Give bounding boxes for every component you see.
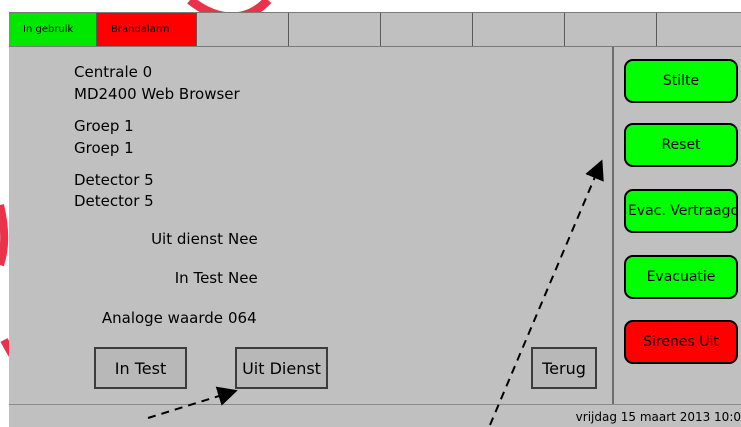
annotation-arrows xyxy=(147,159,604,426)
arrow-to-action-panel xyxy=(489,159,604,426)
arrow-to-uit-dienst xyxy=(147,386,238,419)
